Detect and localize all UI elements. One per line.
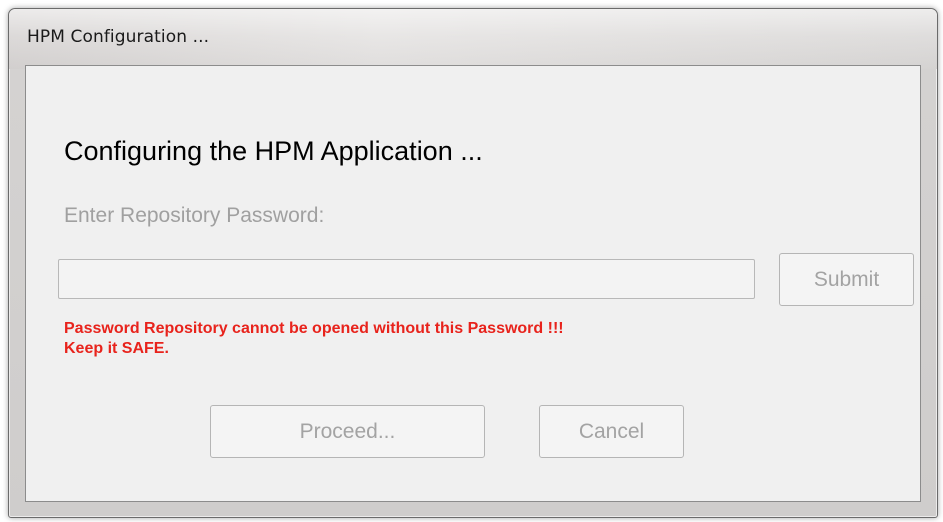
desktop-background: HPM Configuration ... Configuring the HP… bbox=[0, 0, 943, 522]
password-warning: Password Repository cannot be opened wit… bbox=[64, 319, 564, 359]
password-label: Enter Repository Password: bbox=[64, 204, 325, 227]
repository-password-input[interactable] bbox=[58, 259, 755, 299]
window-titlebar[interactable]: HPM Configuration ... bbox=[9, 9, 937, 69]
warning-line-1: Password Repository cannot be opened wit… bbox=[64, 320, 564, 337]
configuration-window: HPM Configuration ... Configuring the HP… bbox=[8, 8, 938, 518]
dialog-heading: Configuring the HPM Application ... bbox=[64, 136, 483, 166]
submit-button[interactable]: Submit bbox=[779, 253, 914, 306]
window-title: HPM Configuration ... bbox=[27, 27, 210, 47]
cancel-button[interactable]: Cancel bbox=[539, 405, 684, 458]
dialog-client-area: Configuring the HPM Application ... Ente… bbox=[25, 65, 921, 502]
proceed-button[interactable]: Proceed... bbox=[210, 405, 485, 458]
warning-line-2: Keep it SAFE. bbox=[64, 340, 169, 357]
